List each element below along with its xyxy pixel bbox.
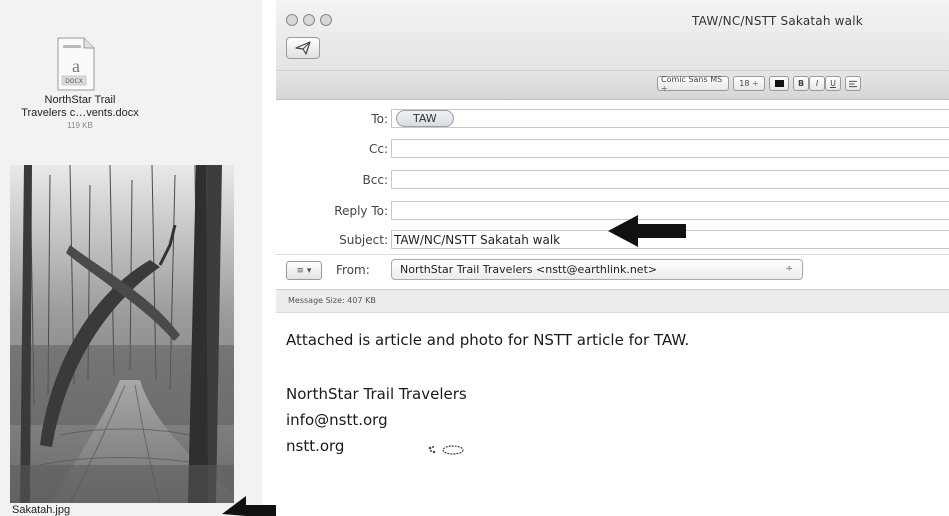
header-options-menu[interactable]: ≡ ▾ — [286, 261, 322, 280]
bcc-field[interactable] — [391, 170, 949, 189]
docx-file-icon[interactable]: a DOCX — [54, 36, 98, 92]
compose-window: TAW/NC/NSTT Sakatah walk Comic Sans MS ÷… — [276, 0, 949, 516]
message-body[interactable]: Attached is article and photo for NSTT a… — [276, 312, 949, 516]
desktop-panel: a DOCX NorthStar Trail Travelers c…vents… — [0, 0, 262, 516]
font-family-select[interactable]: Comic Sans MS ÷ — [657, 75, 729, 93]
docx-filesize: 119 KB — [67, 121, 93, 130]
zoom-window-button[interactable] — [320, 14, 332, 26]
title-bar: TAW/NC/NSTT Sakatah walk — [276, 0, 949, 71]
docx-filename-line2: Travelers c…vents.docx — [21, 107, 139, 119]
docx-filename: NorthStar Trail Travelers c…vents.docx — [0, 94, 160, 120]
align-left-button[interactable] — [845, 76, 861, 91]
from-account-select[interactable]: NorthStar Trail Travelers <nstt@earthlin… — [391, 259, 803, 280]
recipient-token[interactable]: TAW — [396, 110, 454, 127]
select-chevron-icon: ÷ — [785, 264, 793, 274]
cc-field[interactable] — [391, 139, 949, 158]
svg-text:a: a — [72, 56, 80, 76]
color-swatch-icon — [774, 80, 784, 87]
reply-to-label: Reply To: — [334, 204, 388, 218]
left-arrow-icon — [608, 215, 686, 247]
message-size: Message Size: 407 KB — [288, 296, 376, 305]
paper-plane-icon — [295, 41, 311, 55]
docx-filename-line1: NorthStar Trail — [44, 94, 116, 106]
body-signature-email: info@nstt.org — [286, 411, 388, 429]
underline-button[interactable]: U — [825, 76, 841, 91]
to-field[interactable] — [391, 109, 949, 128]
send-button[interactable] — [286, 37, 320, 59]
trail-photo-thumbnail[interactable] — [10, 165, 234, 503]
body-signature-name: NorthStar Trail Travelers — [286, 385, 467, 403]
body-signature-site: nstt.org — [286, 437, 345, 455]
message-size-bar: Message Size: 407 KB — [276, 289, 949, 313]
subject-input-value[interactable]: TAW/NC/NSTT Sakatah walk — [394, 233, 560, 247]
align-left-icon — [849, 80, 857, 87]
font-size-select[interactable]: 18 ÷ — [733, 76, 765, 91]
from-label: From: — [336, 263, 370, 277]
text-color-button[interactable] — [769, 76, 789, 91]
cc-label: Cc: — [368, 142, 388, 156]
italic-button[interactable]: I — [809, 76, 825, 91]
loading-spinner-icon — [428, 445, 464, 455]
close-window-button[interactable] — [286, 14, 298, 26]
subject-label: Subject: — [339, 233, 388, 247]
divider — [276, 254, 949, 255]
bold-button[interactable]: B — [793, 76, 809, 91]
from-account-value: NorthStar Trail Travelers <nstt@earthlin… — [400, 263, 658, 276]
body-line-1: Attached is article and photo for NSTT a… — [286, 331, 690, 349]
docx-badge: DOCX — [65, 78, 83, 85]
format-bar: Comic Sans MS ÷ 18 ÷ B I U — [276, 71, 949, 100]
window-title: TAW/NC/NSTT Sakatah walk — [692, 14, 863, 28]
to-label: To: — [371, 112, 388, 126]
bcc-label: Bcc: — [362, 173, 388, 187]
minimize-window-button[interactable] — [303, 14, 315, 26]
photo-filename: Sakatah.jpg — [12, 504, 71, 516]
